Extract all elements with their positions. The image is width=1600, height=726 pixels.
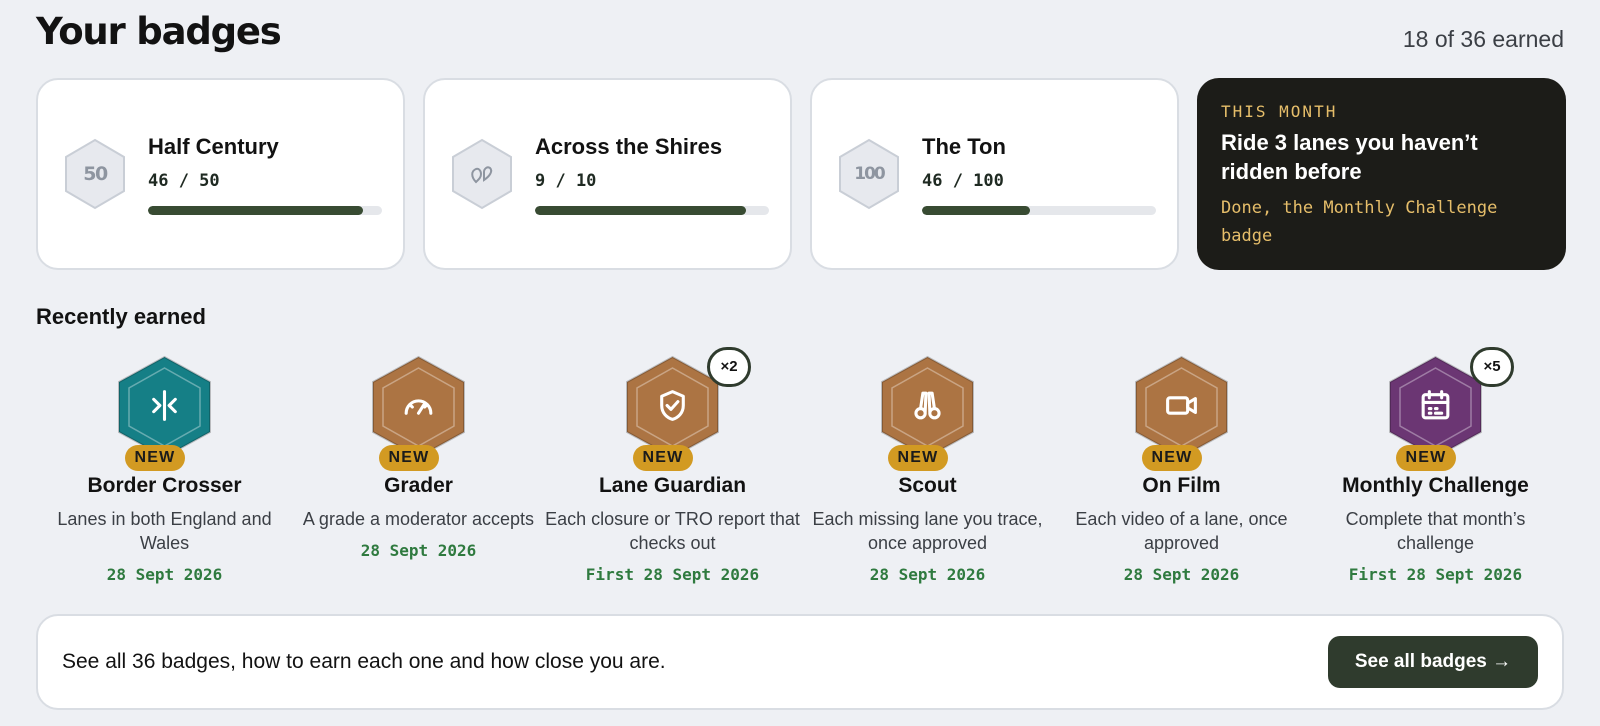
badge-monthly-challenge[interactable]: ×5 NEW Monthly Challenge Complete that m… (1307, 347, 1564, 592)
shield-check-icon (654, 387, 691, 424)
progress-card-title: The Ton (922, 134, 1006, 159)
new-badge-pill: NEW (1396, 445, 1456, 471)
badge-description: Lanes in both England and Wales (57, 509, 272, 553)
new-badge-pill: NEW (379, 445, 439, 471)
badge-number: 100 (854, 164, 886, 184)
progress-card-count: 46 / 50 (148, 171, 220, 191)
video-camera-icon (1163, 387, 1200, 424)
badge-date: 28 Sept 2026 (360, 541, 477, 560)
badge-date: 28 Sept 2026 (1123, 565, 1240, 584)
badge-date: 28 Sept 2026 (869, 565, 986, 584)
badge-name: Border Crosser (87, 474, 242, 497)
progress-bar (148, 206, 382, 215)
badge-name: On Film (1142, 474, 1221, 497)
badge-description: Complete that month’s challenge (1345, 509, 1526, 553)
section-title-recently-earned: Recently earned (36, 304, 206, 329)
all-badges-cta: See all 36 badges, how to earn each one … (36, 614, 1564, 710)
hexagon-badge-icon (450, 138, 514, 210)
badge-date: First 28 Sept 2026 (1348, 565, 1523, 584)
earned-multiplier-badge: ×2 (707, 347, 751, 387)
calendar-icon (1417, 387, 1454, 424)
new-badge-pill: NEW (125, 445, 185, 471)
badge-name: Monthly Challenge (1342, 474, 1529, 497)
progress-bar-fill (922, 206, 1030, 215)
new-badge-pill: NEW (888, 445, 948, 471)
progress-card-title: Across the Shires (535, 134, 723, 159)
challenge-status: Done, the Monthly Challenge badge (1221, 198, 1498, 246)
badge-description: Each closure or TRO report that checks o… (545, 509, 800, 553)
progress-card-count: 46 / 100 (922, 171, 1004, 191)
progress-card-count: 9 / 10 (535, 171, 597, 191)
badge-name: Lane Guardian (598, 474, 747, 497)
badge-scout[interactable]: NEW Scout Each missing lane you trace, o… (799, 352, 1056, 592)
badge-hexagon (370, 355, 467, 459)
hexagon-badge-icon: 100 (837, 138, 901, 210)
badge-on-film[interactable]: NEW On Film Each video of a lane, once a… (1053, 352, 1310, 592)
badge-hexagon (116, 355, 213, 459)
monthly-challenge-card[interactable]: THIS MONTH Ride 3 lanes you haven’t ridd… (1197, 78, 1566, 270)
recent-badges-list: NEW Border Crosser Lanes in both England… (36, 347, 1564, 592)
see-all-badges-button[interactable]: See all badges → (1328, 636, 1538, 688)
earned-multiplier-badge: ×5 (1470, 347, 1514, 387)
new-badge-pill: NEW (1142, 445, 1202, 471)
badge-number: 50 (83, 163, 108, 185)
progress-card-across-the-shires[interactable]: Across the Shires 9 / 10 (423, 78, 792, 270)
page-title: Your badges (36, 10, 282, 53)
new-badge-pill: NEW (633, 445, 693, 471)
badge-hexagon (1133, 355, 1230, 459)
badge-date: 28 Sept 2026 (106, 565, 223, 584)
badge-date: First 28 Sept 2026 (585, 565, 760, 584)
progress-bar (535, 206, 769, 215)
progress-bar-fill (148, 206, 364, 215)
gauge-icon (400, 387, 437, 424)
cta-text: See all 36 badges, how to earn each one … (62, 650, 666, 673)
binoculars-icon (909, 387, 946, 424)
border-crossing-icon (146, 387, 183, 424)
badge-name: Scout (898, 474, 957, 497)
hexagon-badge-icon: 50 (63, 138, 127, 210)
badge-description: A grade a moderator accepts (302, 509, 535, 529)
badge-description: Each missing lane you trace, once approv… (812, 509, 1043, 553)
badge-hexagon (879, 355, 976, 459)
progress-cards: 50 Half Century 46 / 50 Across the Shire… (36, 78, 1566, 270)
progress-card-half-century[interactable]: 50 Half Century 46 / 50 (36, 78, 405, 270)
progress-bar (922, 206, 1156, 215)
challenge-title: Ride 3 lanes you haven’t ridden before (1221, 130, 1478, 184)
badge-border-crosser[interactable]: NEW Border Crosser Lanes in both England… (36, 352, 293, 592)
badge-name: Grader (384, 474, 453, 497)
progress-bar-fill (535, 206, 746, 215)
progress-card-the-ton[interactable]: 100 The Ton 46 / 100 (810, 78, 1179, 270)
progress-card-title: Half Century (148, 134, 279, 159)
challenge-eyebrow: THIS MONTH (1221, 102, 1338, 121)
earned-count: 18 of 36 earned (1402, 26, 1564, 52)
badge-grader[interactable]: NEW Grader A grade a moderator accepts 2… (290, 352, 547, 592)
badge-lane-guardian[interactable]: ×2 NEW Lane Guardian Each closure or TRO… (544, 347, 801, 592)
badge-description: Each video of a lane, once approved (1075, 509, 1288, 553)
